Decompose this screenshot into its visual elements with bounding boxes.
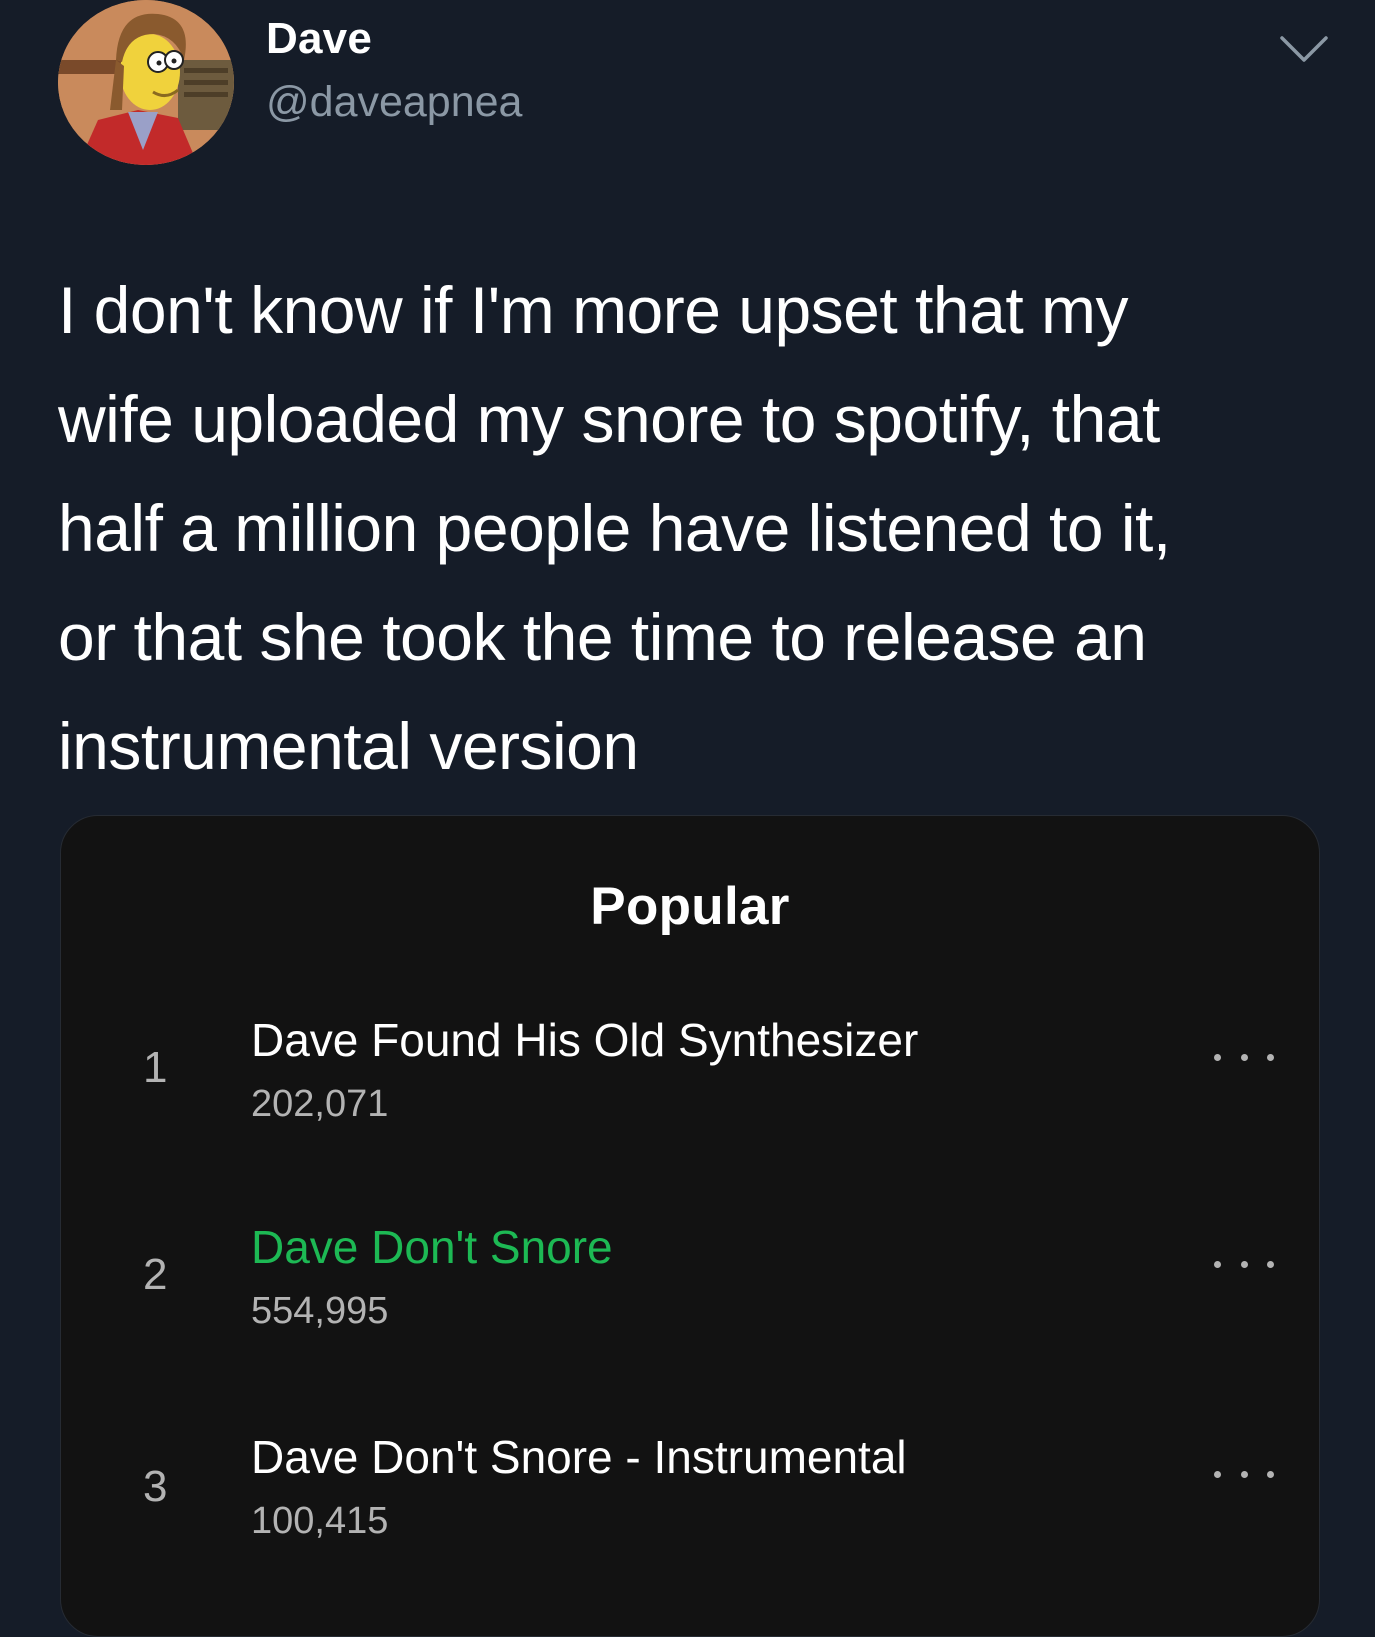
tweet-text-line: instrumental version (58, 709, 639, 783)
track-title: Dave Found His Old Synthesizer (251, 1014, 919, 1066)
user-handle[interactable]: @daveapnea (266, 78, 522, 127)
tweet: Dave @daveapnea I don't know if I'm more… (0, 0, 1375, 1637)
popular-heading: Popular (590, 877, 790, 936)
track-play-count: 202,071 (251, 1083, 389, 1125)
track-row: 2 Dave Don't Snore 554,995 (61, 1184, 1319, 1344)
track-play-count: 100,415 (251, 1500, 389, 1542)
more-options-icon (1214, 1464, 1274, 1484)
more-options-icon (1214, 1254, 1274, 1274)
display-name[interactable]: Dave (266, 14, 372, 64)
track-rank: 3 (143, 1462, 168, 1511)
avatar[interactable] (58, 0, 234, 165)
tweet-text: I don't know if I'm more upset that my w… (58, 256, 1348, 801)
tweet-text-line: or that she took the time to release an (58, 600, 1147, 674)
track-rank: 1 (143, 1043, 168, 1092)
attached-image[interactable]: Popular 1 Dave Found His Old Synthesizer… (60, 815, 1320, 1637)
tweet-text-line: I don't know if I'm more upset that my (58, 273, 1128, 347)
track-title: Dave Don't Snore (251, 1221, 613, 1273)
tweet-text-line: half a million people have listened to i… (58, 491, 1171, 565)
track-row: 3 Dave Don't Snore - Instrumental 100,41… (61, 1396, 1319, 1556)
track-play-count: 554,995 (251, 1290, 389, 1332)
tweet-text-line: wife uploaded my snore to spotify, that (58, 382, 1160, 456)
more-options-icon (1214, 1047, 1274, 1067)
cartoon-avatar-icon (58, 0, 234, 165)
chevron-down-icon[interactable] (1278, 28, 1330, 68)
track-title: Dave Don't Snore - Instrumental (251, 1431, 907, 1483)
track-rank: 2 (143, 1250, 168, 1299)
track-row: 1 Dave Found His Old Synthesizer 202,071 (61, 971, 1319, 1131)
